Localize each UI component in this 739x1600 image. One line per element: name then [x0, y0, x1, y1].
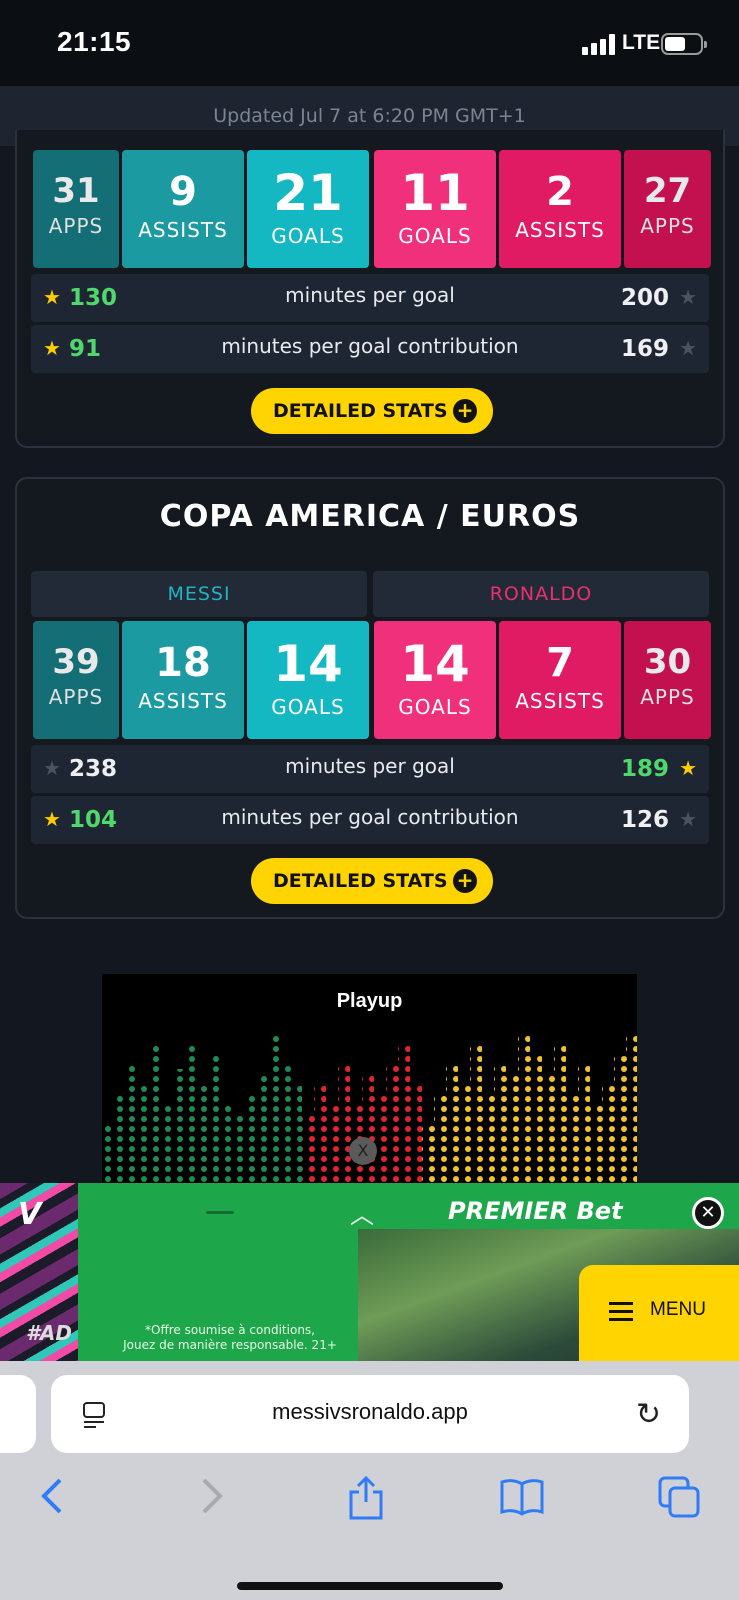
ronaldo-value: 200 [620, 285, 669, 311]
stats-card-1: 31 APPS 9 ASSISTS 21 GOALS 11 GOALS 2 ASSISTS… [15, 130, 725, 448]
ronaldo-assists-tile: 7 ASSISTS [499, 621, 621, 739]
detailed-stats-label: DETAILED STATS [273, 870, 448, 892]
menu-label: MENU [650, 1299, 706, 1320]
address-bar[interactable]: messivsronaldo.app ↻ [51, 1375, 689, 1453]
back-icon[interactable] [38, 1476, 68, 1516]
banner-legal-line-2: Jouez de manière responsable. 21+ [123, 1338, 337, 1352]
star-icon: ★ [679, 756, 697, 780]
browser-toolbar: messivsronaldo.app ↻ [0, 1361, 739, 1600]
minutes-per-goal-row: ★ 130 minutes per goal 200 ★ [31, 274, 709, 322]
minutes-per-contribution-row: ★ 91 minutes per goal contribution 169 ★ [31, 325, 709, 373]
banner-v-logo: V [18, 1197, 42, 1232]
metric-label: minutes per goal [285, 283, 455, 307]
plus-icon: + [453, 399, 477, 423]
detailed-stats-label: DETAILED STATS [273, 400, 448, 422]
url-text: messivsronaldo.app [272, 1399, 468, 1424]
banner-handle [206, 1211, 234, 1214]
chevron-up-icon[interactable]: ︿ [350, 1195, 374, 1230]
bookmarks-icon[interactable] [500, 1476, 544, 1516]
ronaldo-goals-tile: 11 GOALS [374, 150, 496, 268]
metric-label: minutes per goal contribution [221, 805, 519, 829]
minutes-per-goal-row: ★ 238 minutes per goal 189 ★ [31, 745, 709, 793]
star-icon: ★ [679, 336, 697, 360]
detailed-stats-button[interactable]: DETAILED STATS + [251, 388, 493, 434]
hamburger-icon [609, 1302, 633, 1322]
stat-tiles: 39 APPS 18 ASSISTS 14 GOALS 14 GOALS 7 ASSIST… [33, 621, 711, 739]
stat-tiles: 31 APPS 9 ASSISTS 21 GOALS 11 GOALS 2 ASSISTS… [33, 150, 711, 268]
ronaldo-label: RONALDO [373, 571, 709, 617]
home-indicator[interactable] [237, 1582, 503, 1590]
minutes-per-contribution-row: ★ 104 minutes per goal contribution 126 … [31, 796, 709, 844]
metric-label: minutes per goal [285, 754, 455, 778]
messi-label: MESSI [31, 571, 367, 617]
ad-close-button[interactable]: X [349, 1137, 377, 1165]
card-title: COPA AMERICA / EUROS [159, 499, 581, 534]
messi-apps-tile: 39 APPS [33, 621, 119, 739]
network-label: LTE [622, 31, 661, 54]
messi-apps-tile: 31 APPS [33, 150, 119, 268]
banner-legal-line-1: *Offre soumise à conditions, [145, 1323, 315, 1337]
messi-goals-tile: 14 GOALS [247, 621, 369, 739]
ronaldo-value: 126 [620, 807, 669, 833]
messi-goals-tile: 21 GOALS [247, 150, 369, 268]
messi-assists-tile: 18 ASSISTS [122, 621, 244, 739]
screen: 21:15 LTE Updated Jul 7 at 6:20 PM GMT+1… [0, 0, 739, 1600]
messi-assists-tile: 9 ASSISTS [122, 150, 244, 268]
forward-icon[interactable] [196, 1476, 226, 1516]
signal-icon [582, 33, 618, 55]
status-bar: 21:15 LTE [0, 0, 739, 86]
previous-tab-sliver[interactable] [0, 1375, 36, 1453]
premier-bet-banner[interactable]: V #AD ︿ PREMIER Bet *Offre soumise à con… [0, 1183, 739, 1361]
battery-icon [661, 33, 707, 55]
stats-card-copa-euros: COPA AMERICA / EUROS MESSI RONALDO 39 APP… [15, 477, 725, 919]
ronaldo-assists-tile: 2 ASSISTS [499, 150, 621, 268]
ronaldo-value: 189 [620, 756, 669, 782]
tabs-icon[interactable] [658, 1476, 700, 1518]
star-icon: ★ [679, 285, 697, 309]
banner-ad-tag: #AD [26, 1321, 72, 1345]
share-icon[interactable] [348, 1476, 384, 1520]
status-time: 21:15 [57, 26, 132, 57]
banner-brand: PREMIER Bet [448, 1197, 623, 1225]
ronaldo-apps-tile: 27 APPS [624, 150, 711, 268]
close-icon[interactable]: ✕ [692, 1197, 724, 1229]
metric-label: minutes per goal contribution [221, 334, 519, 358]
ronaldo-value: 169 [620, 336, 669, 362]
banner-legal: *Offre soumise à conditions, Jouez de ma… [100, 1323, 360, 1353]
star-icon: ★ [679, 807, 697, 831]
plus-icon: + [453, 869, 477, 893]
ronaldo-goals-tile: 14 GOALS [374, 621, 496, 739]
detailed-stats-button[interactable]: DETAILED STATS + [251, 858, 493, 904]
reload-icon[interactable]: ↻ [636, 1397, 661, 1432]
ronaldo-apps-tile: 30 APPS [624, 621, 711, 739]
menu-button[interactable]: MENU [579, 1265, 739, 1361]
player-names: MESSI RONALDO [31, 571, 709, 617]
